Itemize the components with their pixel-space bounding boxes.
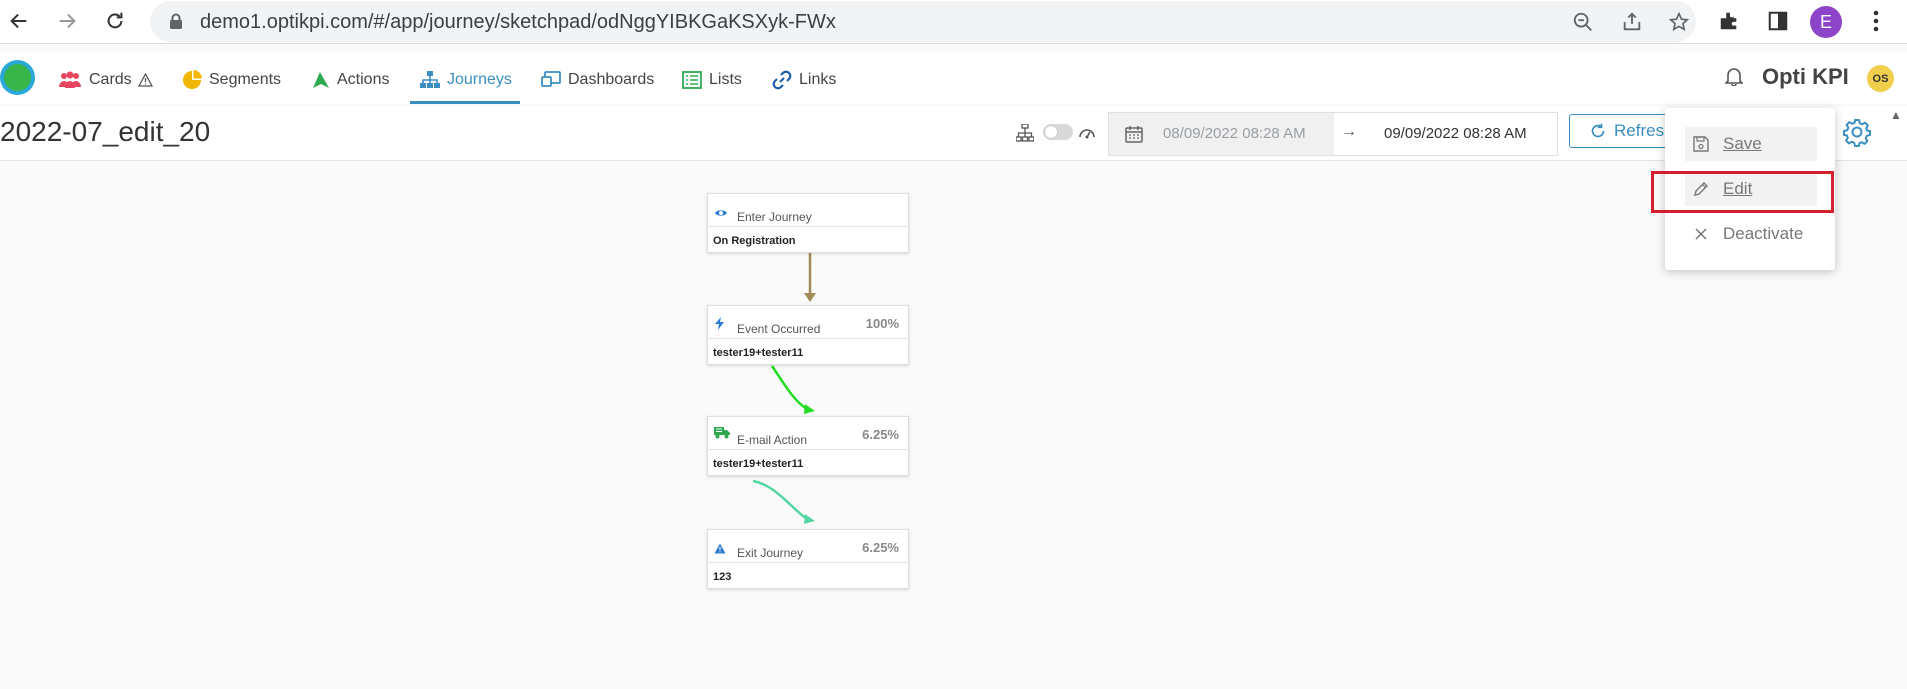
node-percent: 6.25% <box>862 540 899 555</box>
bolt-icon <box>714 317 726 335</box>
node-value: On Registration <box>713 235 796 247</box>
node-type: E-mail Action <box>737 433 808 447</box>
node-percent: 6.25% <box>862 427 899 442</box>
flow-node-exit-journey[interactable]: Exit Journey 6.25% 123 <box>707 529 909 589</box>
flow-connectors <box>752 253 816 524</box>
node-percent: 100% <box>865 316 899 331</box>
connector-2 <box>770 365 815 414</box>
menu-deactivate-label: Deactivate <box>1723 224 1804 243</box>
flow-node-email-action[interactable]: E-mail Action 6.25% tester19+tester11 <box>707 416 909 476</box>
node-value: tester19+tester11 <box>713 458 804 470</box>
save-icon <box>1691 136 1711 152</box>
connector-1 <box>804 253 816 302</box>
node-type: Enter Journey <box>737 210 812 224</box>
edit-highlight-box <box>1651 171 1834 213</box>
close-icon <box>1691 227 1711 241</box>
connector-3 <box>752 479 815 524</box>
node-type: Exit Journey <box>737 546 804 560</box>
eye-icon <box>714 205 728 223</box>
menu-deactivate[interactable]: Deactivate <box>1685 217 1817 251</box>
flow-node-enter-journey[interactable]: Enter Journey On Registration <box>707 193 909 253</box>
warning-icon <box>714 541 726 559</box>
node-value: tester19+tester11 <box>713 347 804 359</box>
truck-icon <box>714 426 730 444</box>
node-type: Event Occurred <box>737 322 821 336</box>
menu-save-label: Save <box>1723 134 1762 153</box>
menu-save[interactable]: Save <box>1685 127 1817 161</box>
flow-node-event-occurred[interactable]: Event Occurred 100% tester19+tester11 <box>707 305 909 365</box>
node-value: 123 <box>713 571 732 583</box>
